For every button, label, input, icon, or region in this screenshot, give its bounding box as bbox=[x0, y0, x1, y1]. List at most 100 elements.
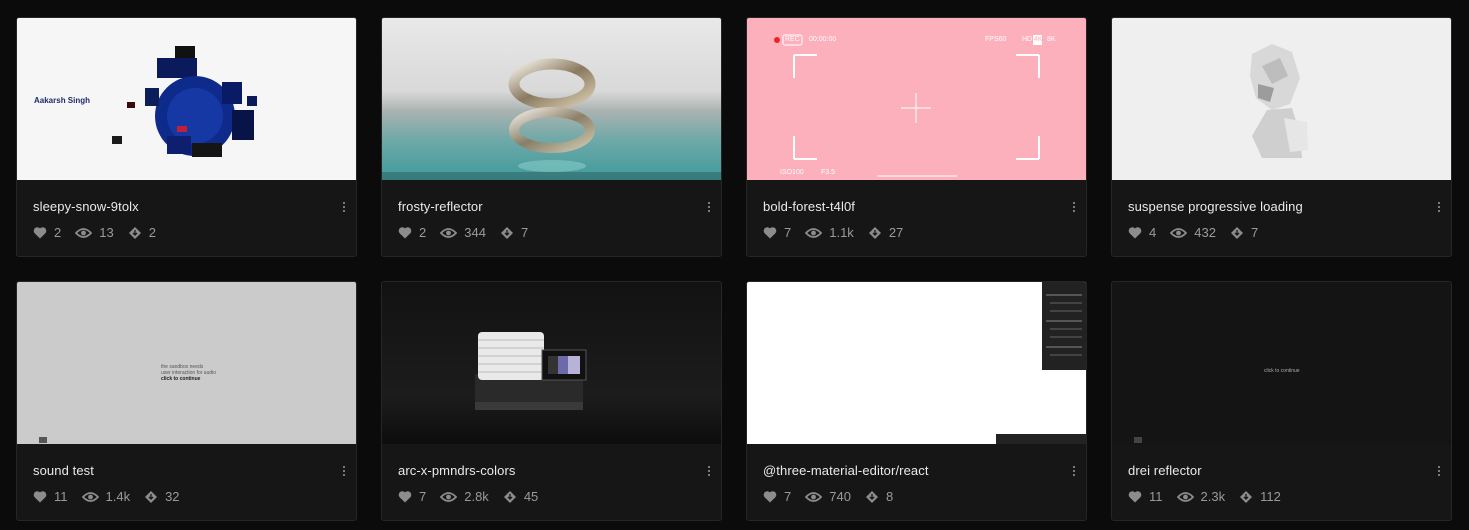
likes-stat: 7 bbox=[763, 225, 791, 240]
forks-count: 7 bbox=[520, 225, 529, 240]
card-title[interactable]: frosty-reflector bbox=[398, 199, 483, 214]
likes-count: 7 bbox=[419, 489, 427, 504]
forks-stat: 8 bbox=[865, 489, 893, 504]
eye-icon bbox=[1170, 227, 1188, 238]
views-count: 2.8k bbox=[464, 489, 489, 504]
eye-icon bbox=[440, 491, 458, 502]
sandbox-card[interactable]: suspense progressive loading 4 432 7 bbox=[1111, 17, 1452, 257]
likes-stat: 2 bbox=[33, 225, 61, 240]
likes-stat: 11 bbox=[33, 489, 68, 504]
more-vertical-icon[interactable] bbox=[1435, 200, 1443, 214]
heart-icon bbox=[398, 491, 412, 503]
card-thumbnail[interactable]: click to continue bbox=[1112, 282, 1451, 444]
fork-icon bbox=[865, 490, 878, 503]
card-stats: 11 1.4k 32 bbox=[33, 489, 194, 504]
sandbox-card[interactable]: frosty-reflector 2 344 7 bbox=[381, 17, 722, 257]
views-count: 344 bbox=[464, 225, 486, 240]
sandbox-card[interactable]: REC 00:00:00 FPS60 HD 4K 8K ISO100 F3.5 … bbox=[746, 17, 1087, 257]
card-thumbnail[interactable]: REC 00:00:00 FPS60 HD 4K 8K ISO100 F3.5 bbox=[747, 18, 1086, 180]
fork-icon bbox=[145, 490, 158, 503]
likes-count: 2 bbox=[54, 225, 62, 240]
likes-count: 7 bbox=[784, 225, 792, 240]
card-thumbnail[interactable]: Aakarsh Singh bbox=[17, 18, 356, 180]
card-stats: 7 1.1k 27 bbox=[763, 225, 917, 240]
card-thumbnail[interactable] bbox=[382, 282, 721, 444]
card-thumbnail[interactable] bbox=[382, 18, 721, 180]
views-count: 1.1k bbox=[829, 225, 854, 240]
card-stats: 2 13 2 bbox=[33, 225, 170, 240]
views-stat: 13 bbox=[75, 225, 114, 240]
views-stat: 2.8k bbox=[440, 489, 489, 504]
card-stats: 2 344 7 bbox=[398, 225, 542, 240]
views-stat: 740 bbox=[805, 489, 851, 504]
eye-icon bbox=[81, 491, 99, 502]
sandbox-card[interactable]: click to continue drei reflector 11 2.3k… bbox=[1111, 281, 1452, 521]
forks-count: 45 bbox=[523, 489, 539, 504]
forks-count: 27 bbox=[888, 225, 904, 240]
more-vertical-icon[interactable] bbox=[705, 200, 713, 214]
heart-icon bbox=[398, 227, 412, 239]
sandbox-card[interactable]: Aakarsh Singh sleepy-snow-9tolx 2 13 2 bbox=[16, 17, 357, 257]
heart-icon bbox=[1128, 491, 1142, 503]
iso-label: ISO100 bbox=[780, 169, 804, 176]
card-stats: 7 2.8k 45 bbox=[398, 489, 552, 504]
forks-count: 112 bbox=[1260, 489, 1281, 504]
editor-panel bbox=[1042, 282, 1086, 370]
card-title[interactable]: drei reflector bbox=[1128, 463, 1202, 478]
views-stat: 432 bbox=[1170, 225, 1216, 240]
click-to-continue-text[interactable]: click to continue bbox=[1264, 368, 1300, 374]
sandbox-card[interactable]: @three-material-editor/react 7 740 8 bbox=[746, 281, 1087, 521]
more-vertical-icon[interactable] bbox=[340, 464, 348, 478]
pixel-sphere-graphic bbox=[112, 46, 257, 157]
res-4k-label: 4K bbox=[1034, 36, 1043, 43]
more-vertical-icon[interactable] bbox=[340, 200, 348, 214]
likes-stat: 2 bbox=[398, 225, 426, 240]
card-thumbnail[interactable]: the sandbox needs user interaction for a… bbox=[17, 282, 356, 444]
timecode: 00:00:00 bbox=[809, 36, 837, 43]
forks-stat: 45 bbox=[503, 489, 538, 504]
card-title[interactable]: suspense progressive loading bbox=[1128, 199, 1303, 214]
fork-icon bbox=[868, 226, 881, 239]
views-count: 2.3k bbox=[1200, 489, 1226, 504]
fork-icon bbox=[1230, 226, 1243, 239]
card-title[interactable]: @three-material-editor/react bbox=[763, 463, 929, 478]
card-title[interactable]: sound test bbox=[33, 463, 94, 478]
card-title[interactable]: sleepy-snow-9tolx bbox=[33, 199, 139, 214]
eye-icon bbox=[805, 227, 823, 238]
likes-stat: 4 bbox=[1128, 225, 1156, 240]
sandbox-card[interactable]: the sandbox needs user interaction for a… bbox=[16, 281, 357, 521]
likes-count: 2 bbox=[419, 225, 427, 240]
card-stats: 4 432 7 bbox=[1128, 225, 1272, 240]
rec-label: REC bbox=[785, 36, 800, 43]
likes-stat: 7 bbox=[398, 489, 426, 504]
heart-icon bbox=[33, 227, 47, 239]
more-vertical-icon[interactable] bbox=[1070, 200, 1078, 214]
likes-stat: 7 bbox=[763, 489, 791, 504]
forks-stat: 7 bbox=[500, 225, 528, 240]
views-count: 432 bbox=[1194, 225, 1216, 240]
forks-count: 2 bbox=[148, 225, 156, 240]
hd-label: HD bbox=[1022, 36, 1033, 43]
res-8k-label: 8K bbox=[1047, 36, 1056, 43]
more-vertical-icon[interactable] bbox=[1435, 464, 1443, 478]
fps-label: FPS60 bbox=[985, 36, 1007, 43]
forks-stat: 7 bbox=[1230, 225, 1258, 240]
heart-icon bbox=[1128, 227, 1142, 239]
card-title[interactable]: arc-x-pmndrs-colors bbox=[398, 463, 515, 478]
views-count: 13 bbox=[99, 225, 114, 240]
card-thumbnail[interactable] bbox=[1112, 18, 1451, 180]
eye-icon bbox=[75, 227, 93, 238]
views-stat: 344 bbox=[440, 225, 486, 240]
views-stat: 2.3k bbox=[1176, 489, 1226, 504]
audio-prompt-continue[interactable]: click to continue bbox=[161, 376, 200, 382]
more-vertical-icon[interactable] bbox=[705, 464, 713, 478]
likes-count: 4 bbox=[1149, 225, 1157, 240]
forks-stat: 112 bbox=[1239, 489, 1281, 504]
likes-count: 7 bbox=[784, 489, 792, 504]
forks-stat: 2 bbox=[128, 225, 156, 240]
likes-count: 11 bbox=[1149, 489, 1163, 504]
sandbox-card[interactable]: arc-x-pmndrs-colors 7 2.8k 45 bbox=[381, 281, 722, 521]
card-thumbnail[interactable] bbox=[747, 282, 1086, 444]
card-title[interactable]: bold-forest-t4l0f bbox=[763, 199, 855, 214]
more-vertical-icon[interactable] bbox=[1070, 464, 1078, 478]
